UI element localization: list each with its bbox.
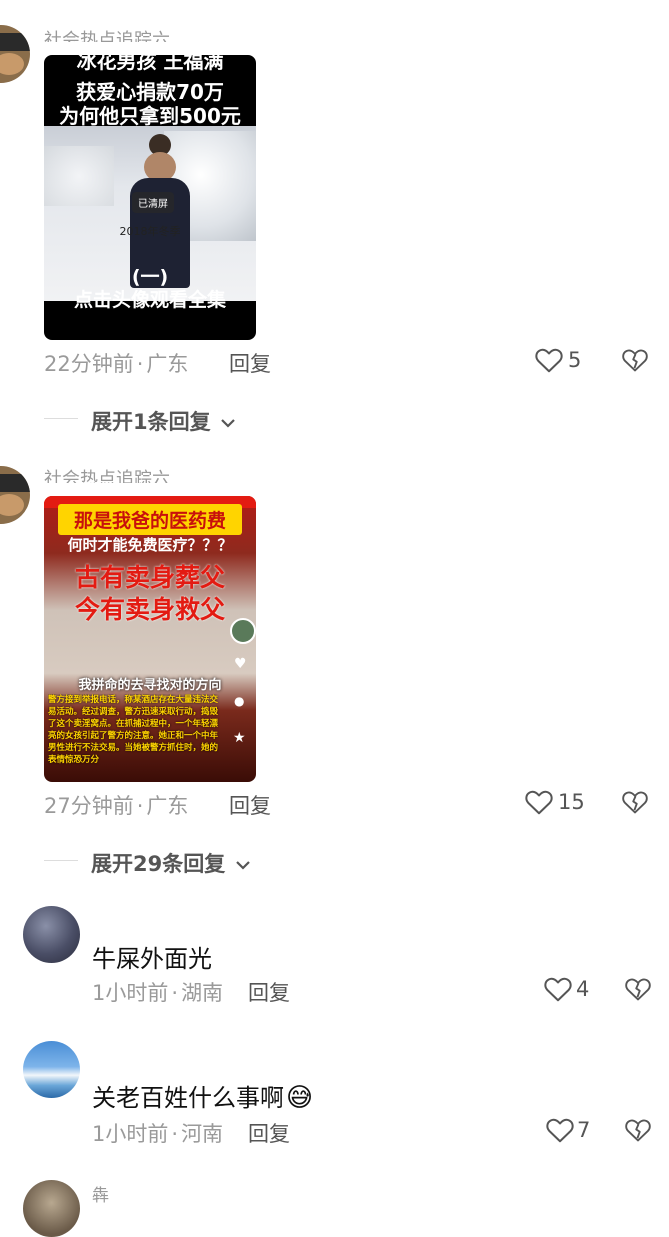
reply-button[interactable]: 回复 (248, 1118, 290, 1148)
like-count: 5 (568, 348, 582, 372)
video-cta: 点击头像观看全集 (73, 289, 226, 311)
expand-label: 展开1条回复 (91, 410, 211, 434)
dislike-broken-heart-icon[interactable] (624, 976, 652, 1002)
clear-screen-badge: 已清屏 (132, 192, 174, 213)
expand-replies-button[interactable]: 展开1条回复 (91, 406, 236, 436)
comment-text-body: 关老百姓什么事啊 (92, 1084, 284, 1112)
video-small-text: 警方接到举报电话，称某酒店存在大量违法交易活动。经过调查，警方迅速采取行动，捣毁… (48, 695, 219, 765)
heart-icon (546, 1118, 574, 1143)
separator: · (171, 1122, 179, 1146)
video-title-line: 冰花男孩 王福满 (76, 55, 224, 73)
comment-time: 1小时前 (92, 1122, 169, 1146)
heart-icon (525, 790, 553, 815)
comment-meta: 1小时前 · 河南 (92, 1118, 223, 1148)
like-count: 7 (577, 1118, 591, 1142)
comment-text: 关老百姓什么事啊😅 (92, 1078, 313, 1113)
comment-meta: 27分钟前 · 广东 (44, 790, 188, 820)
expand-replies-button[interactable]: 展开29条回复 (91, 848, 251, 878)
heart-icon (544, 977, 572, 1002)
comment-time: 22分钟前 (44, 352, 134, 376)
avatar[interactable] (0, 25, 30, 83)
video-title-line: 何时才能免费医疗？？？ (67, 536, 233, 554)
divider (44, 860, 78, 861)
expand-label: 展开29条回复 (91, 852, 226, 876)
video-big-line: 今有卖身救父 (74, 595, 225, 624)
comment-text: 牛屎外面光 (92, 945, 212, 973)
video-big-line: 古有卖身葬父 (74, 563, 225, 592)
avatar[interactable] (23, 906, 80, 963)
comment-time: 1小时前 (92, 981, 169, 1005)
comment-time: 27分钟前 (44, 794, 134, 818)
reply-button[interactable]: 回复 (229, 790, 271, 820)
avatar[interactable] (0, 466, 30, 524)
like-button[interactable]: 5 (534, 345, 594, 375)
video-mid-line: 我拼命的去寻找对的方向 (78, 678, 222, 693)
username[interactable]: 社会热点追踪六 (44, 465, 170, 483)
video-title-line: 为何他只拿到500元 (59, 104, 241, 128)
dislike-broken-heart-icon[interactable] (621, 347, 649, 373)
comment-location: 广东 (146, 794, 189, 818)
like-count: 15 (558, 790, 585, 814)
like-count: 4 (576, 977, 590, 1001)
heart-icon (535, 348, 563, 373)
like-button[interactable]: 15 (524, 787, 594, 817)
reply-button[interactable]: 回复 (248, 977, 290, 1007)
video-thumbnail[interactable]: 那是我爸的医药费 何时才能免费医疗？？？ 古有卖身葬父 今有卖身救父 ♥ 我拼命… (44, 496, 256, 782)
chevron-down-icon (235, 861, 250, 870)
comment-meta: 1小时前 · 湖南 (92, 977, 223, 1007)
username[interactable]: 社会热点追踪六 (44, 26, 170, 42)
comment-location: 湖南 (181, 981, 224, 1005)
avatar[interactable] (23, 1180, 80, 1237)
separator: · (171, 981, 179, 1005)
reply-button[interactable]: 回复 (229, 348, 271, 378)
comment-location: 广东 (146, 352, 189, 376)
heart-icon[interactable]: ♥ (234, 656, 247, 672)
star-icon[interactable]: ★ (233, 730, 246, 746)
chevron-down-icon (221, 419, 235, 428)
like-button[interactable]: 7 (545, 1115, 595, 1145)
comment-icon[interactable]: ● (234, 694, 244, 708)
comment-location: 河南 (181, 1122, 224, 1146)
separator: · (136, 794, 144, 818)
dislike-broken-heart-icon[interactable] (621, 789, 649, 815)
comment-meta: 22分钟前 · 广东 (44, 348, 188, 378)
avatar[interactable] (23, 1041, 80, 1098)
creator-avatar[interactable] (230, 618, 256, 644)
video-title-line: 那是我爸的医药费 (58, 504, 242, 535)
video-caption: 2018年冬季 (119, 225, 181, 238)
username[interactable]: 犇 (92, 1181, 109, 1206)
divider (44, 418, 78, 419)
video-thumbnail[interactable]: 冰花男孩 王福满 获爱心捐款70万 为何他只拿到500元 已清屏 2018年冬季… (44, 55, 256, 340)
separator: · (136, 352, 144, 376)
sweat-smile-emoji: 😅 (286, 1083, 314, 1113)
dislike-broken-heart-icon[interactable] (624, 1117, 652, 1143)
like-button[interactable]: 4 (543, 974, 595, 1004)
